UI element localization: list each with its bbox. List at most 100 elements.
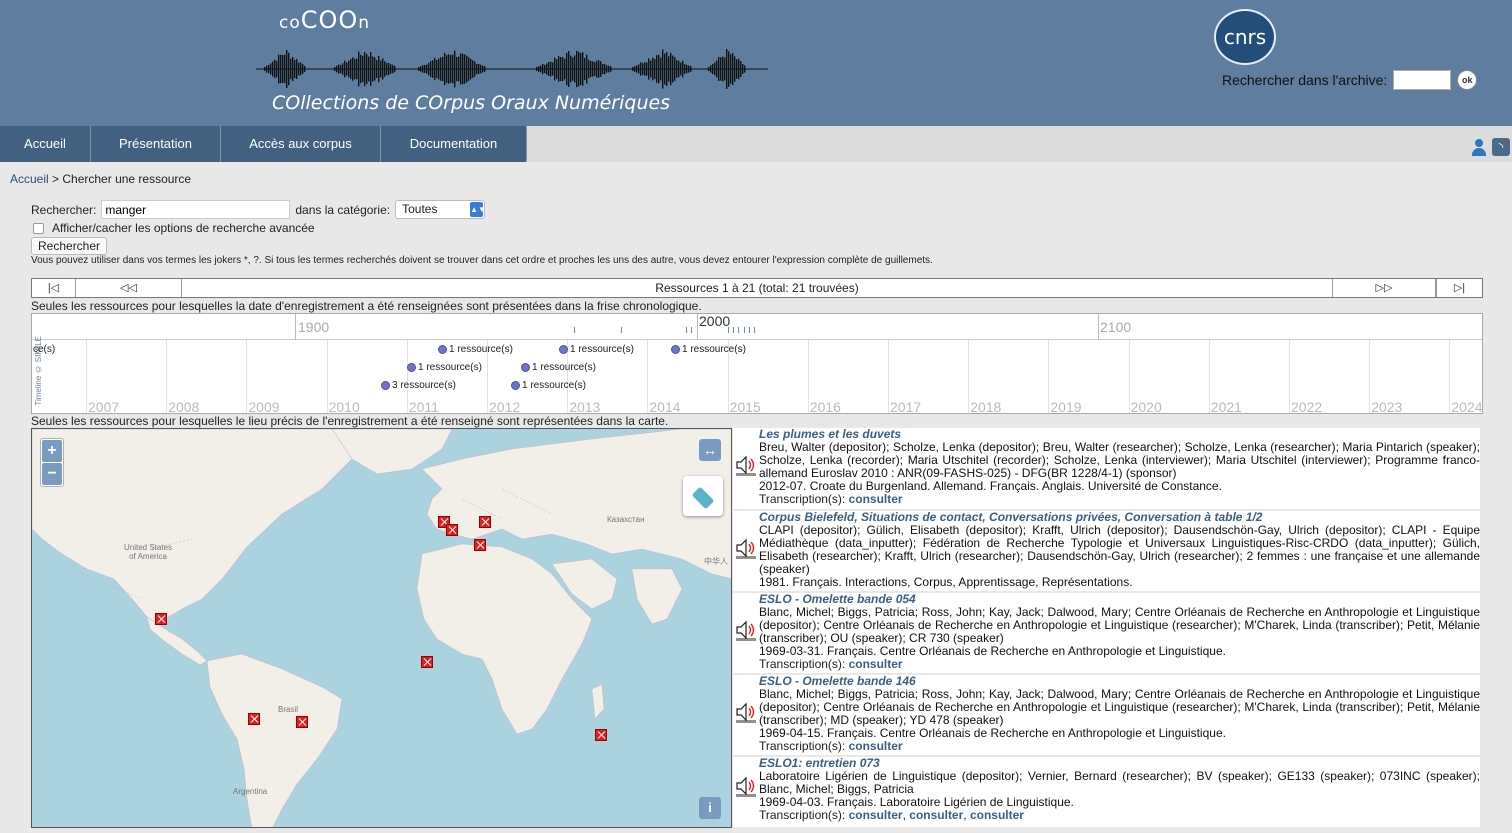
zoom-out-button[interactable]: − bbox=[42, 463, 62, 485]
waveform-bar bbox=[564, 58, 566, 80]
layers-icon[interactable] bbox=[683, 476, 723, 516]
category-label: dans la catégorie: bbox=[295, 202, 391, 217]
pager-last-button[interactable]: ▷| bbox=[1436, 279, 1482, 297]
speaker-icon[interactable] bbox=[735, 619, 757, 641]
search-hint: Vous pouvez utiliser dans vos termes les… bbox=[31, 255, 933, 266]
timeline-event[interactable]: 1 ressource(s) bbox=[671, 344, 746, 355]
nav-item-presentation[interactable]: Présentation bbox=[91, 126, 221, 162]
waveform-bar bbox=[556, 59, 558, 79]
waveform-bar bbox=[580, 53, 582, 85]
waveform-bar bbox=[388, 62, 390, 76]
zoom-in-button[interactable]: + bbox=[42, 440, 62, 462]
waveform-bar bbox=[544, 64, 546, 74]
map-info-button[interactable]: i bbox=[699, 797, 721, 819]
map-marker[interactable] bbox=[155, 613, 167, 625]
map[interactable]: United States of America Казахстан 中华人 Br… bbox=[31, 428, 732, 828]
waveform-bar bbox=[266, 65, 268, 73]
waveform-bar bbox=[462, 53, 464, 85]
site-logo-wordmark[interactable]: coCOOn bbox=[279, 6, 370, 34]
map-marker[interactable] bbox=[446, 524, 458, 536]
nav-item-documentation[interactable]: Documentation bbox=[381, 126, 527, 162]
map-marker[interactable] bbox=[421, 656, 433, 668]
timeline[interactable]: 1900 2000 2100 2007 2008 2009 2010 2011 2012 2… bbox=[31, 313, 1483, 414]
search-button[interactable]: Rechercher bbox=[31, 237, 108, 255]
speaker-icon[interactable] bbox=[735, 701, 757, 723]
advanced-options-label[interactable]: Afficher/cacher les options de recherche… bbox=[52, 221, 315, 235]
results-list: Les plumes et les duvets Breu, Walter (d… bbox=[733, 428, 1480, 833]
pager-first-button[interactable]: |◁ bbox=[32, 279, 76, 297]
waveform-logo-graphic bbox=[256, 49, 768, 89]
waveform-bar bbox=[286, 50, 288, 88]
waveform-bar bbox=[714, 62, 716, 76]
map-marker[interactable] bbox=[595, 729, 607, 741]
user-icon[interactable] bbox=[1470, 138, 1488, 156]
timeline-event[interactable]: 1 ressource(s) bbox=[559, 344, 634, 355]
timeline-year-label: 2010 bbox=[328, 399, 360, 414]
speaker-icon[interactable] bbox=[735, 454, 757, 476]
waveform-bar bbox=[438, 58, 440, 80]
map-expand-button[interactable]: ↔ bbox=[699, 439, 721, 461]
archive-search-ok-button[interactable]: ok bbox=[1457, 70, 1478, 90]
consulter-link[interactable]: consulter bbox=[849, 657, 903, 671]
waveform-bar bbox=[636, 65, 638, 73]
consulter-link[interactable]: consulter bbox=[849, 492, 903, 506]
timeline-year-label: 2014 bbox=[649, 399, 681, 414]
timeline-event[interactable]: ce(s) bbox=[33, 344, 55, 355]
nav-item-acces-corpus[interactable]: Accès aux corpus bbox=[221, 126, 381, 162]
waveform-bar bbox=[290, 58, 292, 80]
timeline-year-line bbox=[406, 340, 408, 413]
archive-search-input[interactable] bbox=[1393, 70, 1452, 90]
timeline-year-line bbox=[1289, 340, 1290, 413]
pager-next-button[interactable]: ▷▷ bbox=[1332, 279, 1436, 297]
waveform-bar bbox=[386, 63, 388, 75]
timeline-year-line bbox=[807, 340, 809, 413]
consulter-link[interactable]: consulter bbox=[970, 808, 1024, 822]
consulter-link[interactable]: consulter bbox=[909, 808, 963, 822]
archive-search-label: Rechercher dans l'archive: bbox=[1222, 72, 1388, 88]
map-marker[interactable] bbox=[248, 713, 260, 725]
pager-prev-button[interactable]: ◁◁ bbox=[76, 279, 182, 297]
waveform-bar bbox=[380, 60, 382, 78]
waveform-bar bbox=[740, 61, 742, 77]
waveform-bar bbox=[478, 63, 480, 75]
rss-icon[interactable]: ◝ bbox=[1492, 138, 1510, 156]
speaker-icon[interactable] bbox=[735, 537, 757, 559]
advanced-options-checkbox[interactable] bbox=[33, 222, 44, 234]
waveform-bar bbox=[358, 51, 360, 87]
timeline-century-2100: 2100 bbox=[1100, 319, 1132, 335]
map-marker[interactable] bbox=[479, 516, 491, 528]
search-input[interactable] bbox=[101, 200, 291, 219]
waveform-bar bbox=[548, 61, 550, 77]
result-people: Blanc, Michel; Biggs, Patricia; Ross, Jo… bbox=[759, 605, 1480, 645]
result-people: Laboratoire Ligérien de Linguistique (de… bbox=[759, 769, 1480, 796]
consulter-link[interactable]: consulter bbox=[849, 739, 903, 753]
nav-item-accueil[interactable]: Accueil bbox=[0, 126, 91, 162]
timeline-year-line bbox=[86, 340, 87, 413]
results-pager: |◁ ◁◁ Ressources 1 à 21 (total: 21 trouv… bbox=[31, 278, 1483, 298]
speaker-icon[interactable] bbox=[735, 775, 757, 797]
waveform-bar bbox=[574, 55, 576, 83]
timeline-event[interactable]: 3 ressource(s) bbox=[381, 380, 456, 391]
waveform-bar bbox=[684, 64, 686, 74]
map-marker[interactable] bbox=[296, 716, 308, 728]
waveform-bar bbox=[720, 57, 722, 81]
result-item: ESLO - Omelette bande 146 Blanc, Michel;… bbox=[733, 673, 1480, 755]
waveform-bar bbox=[728, 51, 730, 87]
timeline-century-band[interactable]: 1900 2000 2100 bbox=[32, 314, 1482, 340]
map-label-usa: United States of America bbox=[124, 543, 173, 561]
timeline-event[interactable]: 1 ressource(s) bbox=[438, 344, 513, 355]
timeline-event[interactable]: 1 ressource(s) bbox=[521, 362, 596, 373]
cnrs-logo[interactable]: cnrs bbox=[1214, 9, 1276, 65]
timeline-event[interactable]: 1 ressource(s) bbox=[511, 380, 586, 391]
map-marker[interactable] bbox=[474, 539, 486, 551]
timeline-year-line bbox=[1128, 340, 1130, 413]
waveform-bar bbox=[346, 62, 348, 76]
breadcrumb-home-link[interactable]: Accueil bbox=[10, 172, 49, 186]
waveform-bar bbox=[392, 64, 394, 74]
timeline-year-line bbox=[246, 340, 248, 413]
timeline-year-label: 2016 bbox=[809, 399, 841, 414]
waveform-bar bbox=[660, 57, 662, 81]
consulter-link[interactable]: consulter bbox=[849, 808, 903, 822]
category-select[interactable]: Toutes ▲▼ bbox=[395, 200, 486, 219]
timeline-event[interactable]: 1 ressource(s) bbox=[407, 362, 482, 373]
